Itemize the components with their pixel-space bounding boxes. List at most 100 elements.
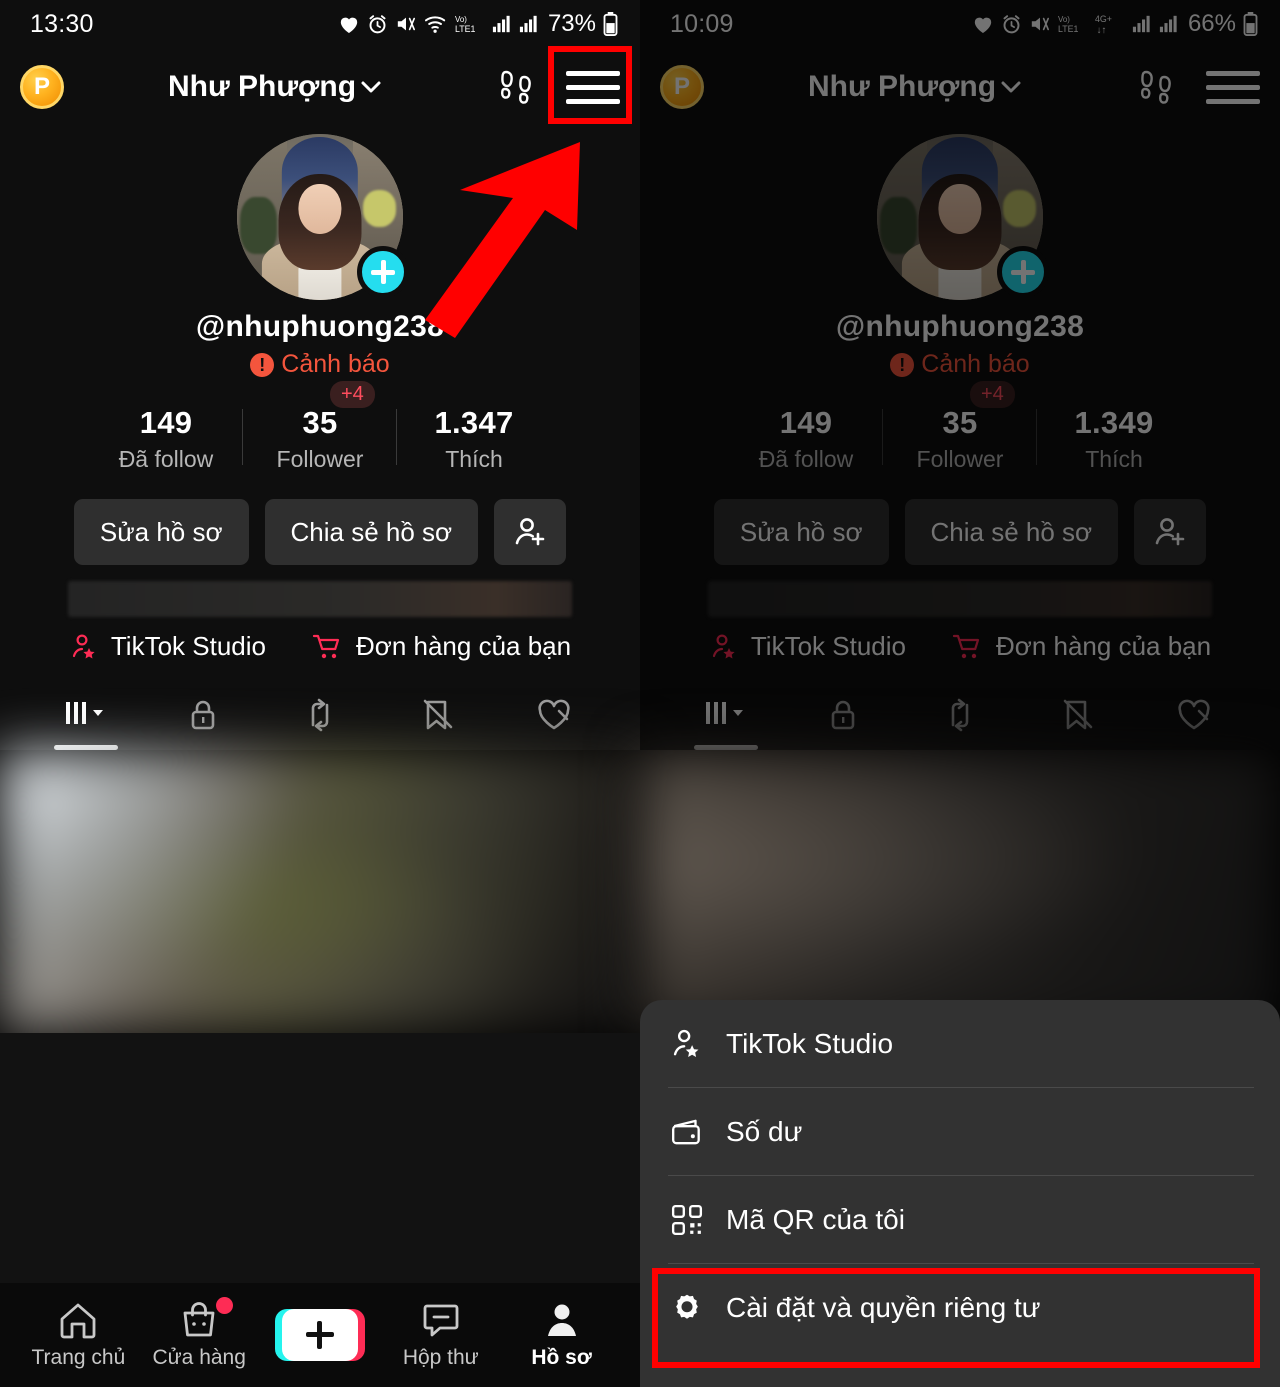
- create-plus-icon[interactable]: [274, 1309, 365, 1361]
- share-profile-button[interactable]: Chia sẻ hồ sơ: [904, 499, 1119, 565]
- lock-icon: [831, 700, 855, 730]
- page-title[interactable]: Như Phượng: [54, 70, 496, 104]
- add-friend-button[interactable]: [494, 499, 567, 565]
- nav-item-label: Trang chủ: [31, 1346, 126, 1369]
- quicklinks-right: TikTok Studio Đơn hàng của bạn: [709, 631, 1211, 662]
- add-person-icon: [1155, 518, 1185, 546]
- quicklink-your-orders[interactable]: Đơn hàng của bạn: [952, 631, 1211, 662]
- tab-liked[interactable]: [508, 684, 600, 746]
- profile-tabs-left: [0, 684, 640, 750]
- quicklink-your-orders[interactable]: Đơn hàng của bạn: [312, 631, 571, 662]
- signal-icon: [1132, 15, 1150, 33]
- quicklink-tiktok-studio[interactable]: TikTok Studio: [709, 631, 906, 662]
- volte-icon: Vo)LTE1: [1058, 15, 1079, 34]
- mute-icon: [1031, 17, 1049, 31]
- grid-posts-icon: [706, 702, 744, 724]
- nav-item-inbox[interactable]: Hộp thư: [385, 1300, 497, 1370]
- volte-icon: Vo)LTE1: [455, 15, 476, 34]
- add-to-profile-icon[interactable]: [357, 246, 409, 298]
- svg-text:LTE1: LTE1: [1058, 24, 1079, 34]
- tab-liked[interactable]: [1148, 684, 1240, 746]
- app-header-right: P Như Phượng: [640, 48, 1280, 126]
- hamburger-menu-button[interactable]: [1206, 67, 1260, 107]
- tab-private[interactable]: [797, 684, 889, 746]
- alarm-icon: [369, 14, 386, 33]
- warning-banner[interactable]: ! Cảnh báo: [890, 350, 1030, 379]
- menu-item-my-qr-code[interactable]: Mã QR của tôi: [640, 1176, 1280, 1264]
- stat-followers[interactable]: +4 35 Follower: [883, 381, 1037, 473]
- footprints-icon[interactable]: [496, 67, 538, 107]
- stat-value: 149: [779, 405, 833, 440]
- left-phone-screen: 13:30 Vo) LTE1 73% P Như Phượng @nhuphuo…: [0, 0, 640, 750]
- alarm-icon: [1003, 14, 1020, 33]
- stat-followers[interactable]: +4 35 Follower: [243, 381, 397, 473]
- page-title-text: Như Phượng: [807, 70, 997, 103]
- add-friend-button[interactable]: [1134, 499, 1207, 565]
- grid-posts-icon: [66, 702, 104, 724]
- stat-label: Follower: [916, 446, 1004, 472]
- stat-likes[interactable]: 1.349 Thích: [1037, 405, 1191, 473]
- stat-likes[interactable]: 1.347 Thích: [397, 405, 551, 473]
- stat-value: 1.347: [434, 405, 514, 440]
- screenshot-stage: 13:30 Vo) LTE1 73% P Như Phượng @nhuphuo…: [0, 0, 1280, 1387]
- page-title[interactable]: Như Phượng: [694, 70, 1136, 104]
- tab-posts[interactable]: [680, 684, 772, 750]
- person-star-icon: [712, 633, 735, 658]
- battery-icon: [603, 12, 618, 36]
- profile-tabs-right: [640, 684, 1280, 750]
- follower-delta-badge: +4: [970, 381, 1015, 408]
- menu-item-balance[interactable]: Số dư: [640, 1088, 1280, 1176]
- quicklink-tiktok-studio[interactable]: TikTok Studio: [69, 631, 266, 662]
- status-bar-left: 13:30 Vo) LTE1 73%: [0, 0, 640, 48]
- stat-value: 1.349: [1074, 405, 1154, 440]
- edit-profile-button[interactable]: Sửa hồ sơ: [713, 499, 889, 565]
- menu-item-tiktok-studio[interactable]: TikTok Studio: [640, 1000, 1280, 1088]
- battery-percent: 66%: [1187, 10, 1236, 37]
- share-profile-button[interactable]: Chia sẻ hồ sơ: [264, 499, 479, 565]
- heart-off-icon: [537, 699, 570, 730]
- tab-private[interactable]: [157, 684, 249, 746]
- shop-bag-icon: [183, 1302, 215, 1337]
- profile-handle[interactable]: @nhuphuong238: [196, 310, 444, 344]
- nav-item-label: Hồ sơ: [531, 1346, 592, 1369]
- person-star-icon: [72, 633, 95, 658]
- quicklinks-left: TikTok Studio Đơn hàng của bạn: [69, 631, 571, 662]
- avatar-wrapper[interactable]: [237, 134, 409, 300]
- tab-saved[interactable]: [1031, 684, 1123, 746]
- warning-label: Cảnh báo: [921, 350, 1030, 378]
- tab-reposts[interactable]: [914, 684, 1006, 746]
- blurred-content-left: [0, 750, 640, 1033]
- status-icon-group: Vo) LTE1 73%: [338, 10, 618, 38]
- nav-item-shop[interactable]: Cửa hàng: [143, 1297, 255, 1370]
- warning-label: Cảnh báo: [281, 350, 390, 378]
- blurred-content-right: [640, 750, 1280, 1033]
- page-title-text: Như Phượng: [167, 70, 357, 103]
- battery-percent: 73%: [547, 10, 596, 37]
- tab-reposts[interactable]: [274, 684, 366, 746]
- chevron-down-icon: [1001, 81, 1021, 93]
- profile-handle[interactable]: @nhuphuong238: [836, 310, 1084, 344]
- stat-value: 35: [942, 405, 978, 440]
- quicklink-label: Đơn hàng của bạn: [356, 631, 572, 661]
- avatar-wrapper[interactable]: [877, 134, 1049, 300]
- stat-following[interactable]: 149 Đã follow: [729, 405, 883, 473]
- settings-item-highlight: [652, 1268, 1260, 1368]
- nav-item-home[interactable]: Trang chủ: [22, 1300, 134, 1370]
- lock-icon: [191, 700, 215, 730]
- header-actions: [1136, 67, 1260, 107]
- menu-item-label: TikTok Studio: [726, 1028, 894, 1059]
- annotation-arrow-icon: [425, 142, 580, 338]
- add-to-profile-icon[interactable]: [997, 246, 1049, 298]
- nav-item-create[interactable]: [264, 1309, 376, 1361]
- warning-banner[interactable]: ! Cảnh báo: [250, 350, 390, 379]
- mute-icon: [397, 17, 415, 31]
- app-header-left: P Như Phượng: [0, 48, 640, 126]
- tab-saved[interactable]: [391, 684, 483, 746]
- edit-profile-button[interactable]: Sửa hồ sơ: [73, 499, 249, 565]
- footprints-icon[interactable]: [1136, 67, 1178, 107]
- nav-item-profile[interactable]: Hồ sơ: [506, 1300, 618, 1370]
- profile-person-icon: [547, 1304, 576, 1336]
- cart-icon: [312, 634, 340, 658]
- stat-following[interactable]: 149 Đã follow: [89, 405, 243, 473]
- tab-posts[interactable]: [40, 684, 132, 750]
